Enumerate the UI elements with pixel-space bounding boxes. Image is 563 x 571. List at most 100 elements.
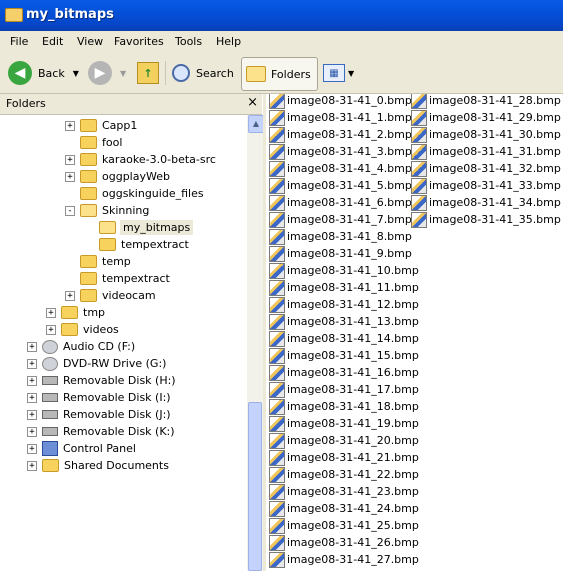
tree-node[interactable]: Shared Documents (42, 457, 169, 474)
tree-node[interactable]: oggplayWeb (80, 168, 170, 185)
file-item[interactable]: image08-31-41_28.bmp (411, 94, 561, 109)
menu-favorites[interactable]: Favorites (114, 35, 164, 48)
file-item[interactable]: image08-31-41_2.bmp (269, 126, 412, 143)
bitmap-file-icon (269, 109, 285, 126)
folder-icon (80, 153, 97, 166)
tree-node[interactable]: Removable Disk (I:) (42, 389, 171, 406)
tree-expander[interactable]: + (27, 410, 37, 420)
tree-node[interactable]: Capp1 (80, 117, 137, 134)
back-button[interactable]: ◀ Back ▼ (8, 57, 79, 89)
tree-expander[interactable]: + (27, 444, 37, 454)
bitmap-file-icon (269, 160, 285, 177)
chevron-down-icon[interactable]: ▼ (73, 69, 79, 78)
file-item[interactable]: image08-31-41_17.bmp (269, 381, 419, 398)
file-item[interactable]: image08-31-41_21.bmp (269, 449, 419, 466)
tree-node[interactable]: karaoke-3.0-beta-src (80, 151, 216, 168)
tree-node[interactable]: Removable Disk (H:) (42, 372, 176, 389)
file-item[interactable]: image08-31-41_8.bmp (269, 228, 412, 245)
file-item[interactable]: image08-31-41_16.bmp (269, 364, 419, 381)
file-item[interactable]: image08-31-41_31.bmp (411, 143, 561, 160)
chevron-down-icon[interactable]: ▼ (120, 69, 126, 78)
scroll-up-icon[interactable]: ▲ (248, 115, 264, 133)
tree-node-label: videos (83, 323, 119, 336)
tree-node[interactable]: Removable Disk (J:) (42, 406, 171, 423)
tree-expander[interactable]: - (65, 206, 75, 216)
menu-help[interactable]: Help (216, 35, 241, 48)
file-item[interactable]: image08-31-41_15.bmp (269, 347, 419, 364)
file-item[interactable]: image08-31-41_22.bmp (269, 466, 419, 483)
tree-node[interactable]: tmp (61, 304, 105, 321)
chevron-down-icon[interactable]: ▼ (348, 69, 354, 78)
file-item[interactable]: image08-31-41_12.bmp (269, 296, 419, 313)
file-item[interactable]: image08-31-41_18.bmp (269, 398, 419, 415)
scrollbar-thumb[interactable] (248, 402, 262, 571)
file-item[interactable]: image08-31-41_26.bmp (269, 534, 419, 551)
file-item[interactable]: image08-31-41_10.bmp (269, 262, 419, 279)
tree-node[interactable]: Control Panel (42, 440, 136, 457)
menu-tools[interactable]: Tools (175, 35, 202, 48)
file-item[interactable]: image08-31-41_35.bmp (411, 211, 561, 228)
tree-expander[interactable]: + (27, 461, 37, 471)
tree-expander[interactable]: + (27, 359, 37, 369)
tree-expander[interactable]: + (27, 393, 37, 403)
tree-expander[interactable]: + (27, 342, 37, 352)
file-item[interactable]: image08-31-41_11.bmp (269, 279, 419, 296)
folder-icon (61, 306, 78, 319)
file-item[interactable]: image08-31-41_25.bmp (269, 517, 419, 534)
tree-node[interactable]: videos (61, 321, 119, 338)
menu-view[interactable]: View (77, 35, 103, 48)
file-item[interactable]: image08-31-41_33.bmp (411, 177, 561, 194)
tree-expander[interactable]: + (27, 376, 37, 386)
file-item[interactable]: image08-31-41_6.bmp (269, 194, 412, 211)
file-item[interactable]: image08-31-41_34.bmp (411, 194, 561, 211)
tree-node[interactable]: oggskinguide_files (80, 185, 204, 202)
tree-node[interactable]: fool (80, 134, 122, 151)
file-item[interactable]: image08-31-41_9.bmp (269, 245, 412, 262)
tree-node[interactable]: temp (80, 253, 131, 270)
tree-expander[interactable]: + (65, 172, 75, 182)
file-item[interactable]: image08-31-41_27.bmp (269, 551, 419, 568)
tree-node-label: oggplayWeb (102, 170, 170, 183)
tree-node[interactable]: DVD-RW Drive (G:) (42, 355, 166, 372)
file-item[interactable]: image08-31-41_20.bmp (269, 432, 419, 449)
file-item[interactable]: image08-31-41_5.bmp (269, 177, 412, 194)
tree-expander[interactable]: + (65, 291, 75, 301)
tree-expander[interactable]: + (65, 121, 75, 131)
file-item[interactable]: image08-31-41_13.bmp (269, 313, 419, 330)
tree-node[interactable]: Skinning (80, 202, 149, 219)
file-name: image08-31-41_20.bmp (287, 434, 419, 447)
close-icon[interactable]: × (247, 95, 258, 110)
tree-expander[interactable]: + (46, 308, 56, 318)
search-button[interactable]: Search (172, 57, 234, 89)
file-item[interactable]: image08-31-41_19.bmp (269, 415, 419, 432)
file-item[interactable]: image08-31-41_23.bmp (269, 483, 419, 500)
views-button[interactable]: ▦ ▼ (323, 57, 354, 89)
file-name: image08-31-41_10.bmp (287, 264, 419, 277)
folders-button[interactable]: Folders (241, 57, 318, 91)
file-item[interactable]: image08-31-41_3.bmp (269, 143, 412, 160)
tree-expander[interactable]: + (27, 427, 37, 437)
tree-expander[interactable]: + (65, 155, 75, 165)
tree-node[interactable]: my_bitmaps (99, 219, 194, 236)
file-item[interactable]: image08-31-41_1.bmp (269, 109, 412, 126)
forward-button[interactable]: ▶ ▼ (88, 57, 126, 89)
menu-file[interactable]: File (10, 35, 28, 48)
tree-node[interactable]: videocam (80, 287, 156, 304)
tree-node[interactable]: Removable Disk (K:) (42, 423, 175, 440)
file-item[interactable]: image08-31-41_14.bmp (269, 330, 419, 347)
file-item[interactable]: image08-31-41_32.bmp (411, 160, 561, 177)
up-folder-button[interactable]: ↑ (137, 57, 159, 89)
tree-node[interactable]: Audio CD (F:) (42, 338, 135, 355)
folder-tree-scrollbar[interactable]: ▲ (247, 115, 264, 571)
tree-node[interactable]: tempextract (99, 236, 189, 253)
tree-expander[interactable]: + (46, 325, 56, 335)
tree-node[interactable]: tempextract (80, 270, 170, 287)
file-item[interactable]: image08-31-41_0.bmp (269, 94, 412, 109)
menu-edit[interactable]: Edit (42, 35, 63, 48)
bitmap-file-icon (269, 466, 285, 483)
file-item[interactable]: image08-31-41_29.bmp (411, 109, 561, 126)
file-item[interactable]: image08-31-41_7.bmp (269, 211, 412, 228)
file-item[interactable]: image08-31-41_24.bmp (269, 500, 419, 517)
file-item[interactable]: image08-31-41_30.bmp (411, 126, 561, 143)
file-item[interactable]: image08-31-41_4.bmp (269, 160, 412, 177)
